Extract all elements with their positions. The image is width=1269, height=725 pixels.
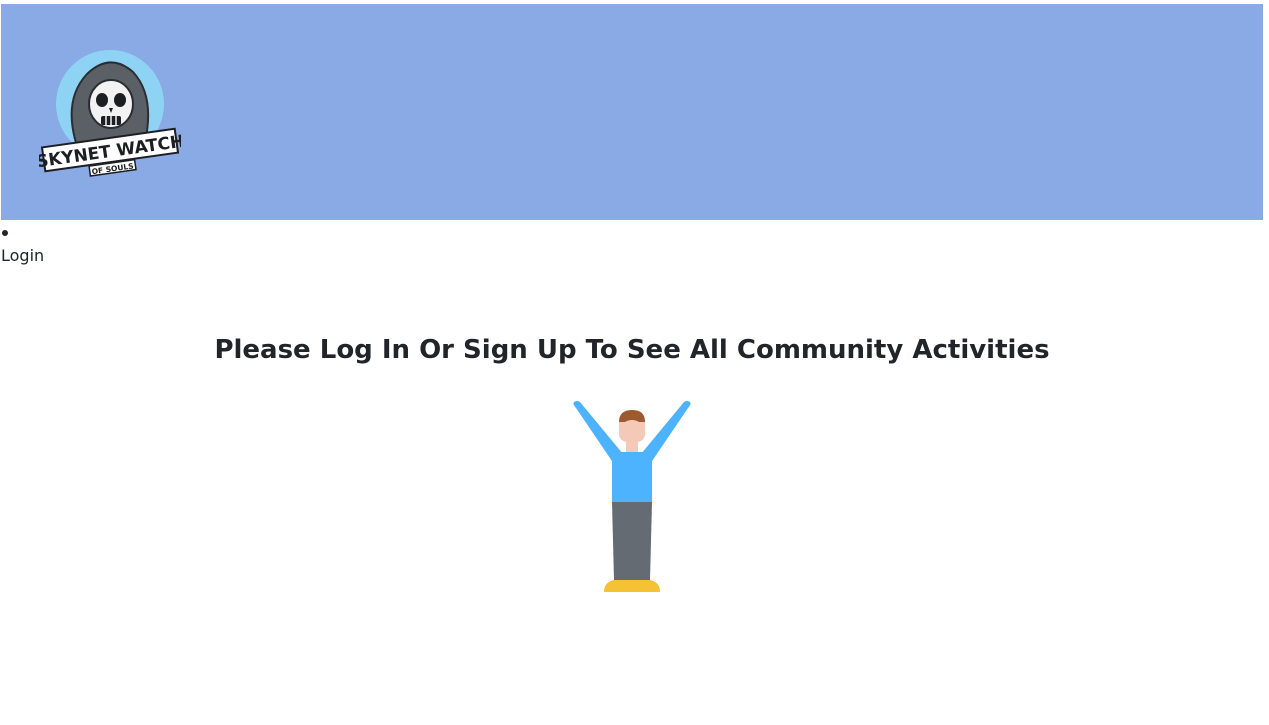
login-link[interactable]: Login: [1, 246, 44, 266]
list-bullet: [2, 230, 8, 236]
person-arms-raised-icon: [573, 401, 691, 592]
skull-reaper-logo-icon[interactable]: SKYNET WATCH OF SOULS: [39, 42, 181, 178]
site-header: SKYNET WATCH OF SOULS: [1, 4, 1263, 220]
page-headline: Please Log In Or Sign Up To See All Comm…: [214, 335, 1050, 365]
